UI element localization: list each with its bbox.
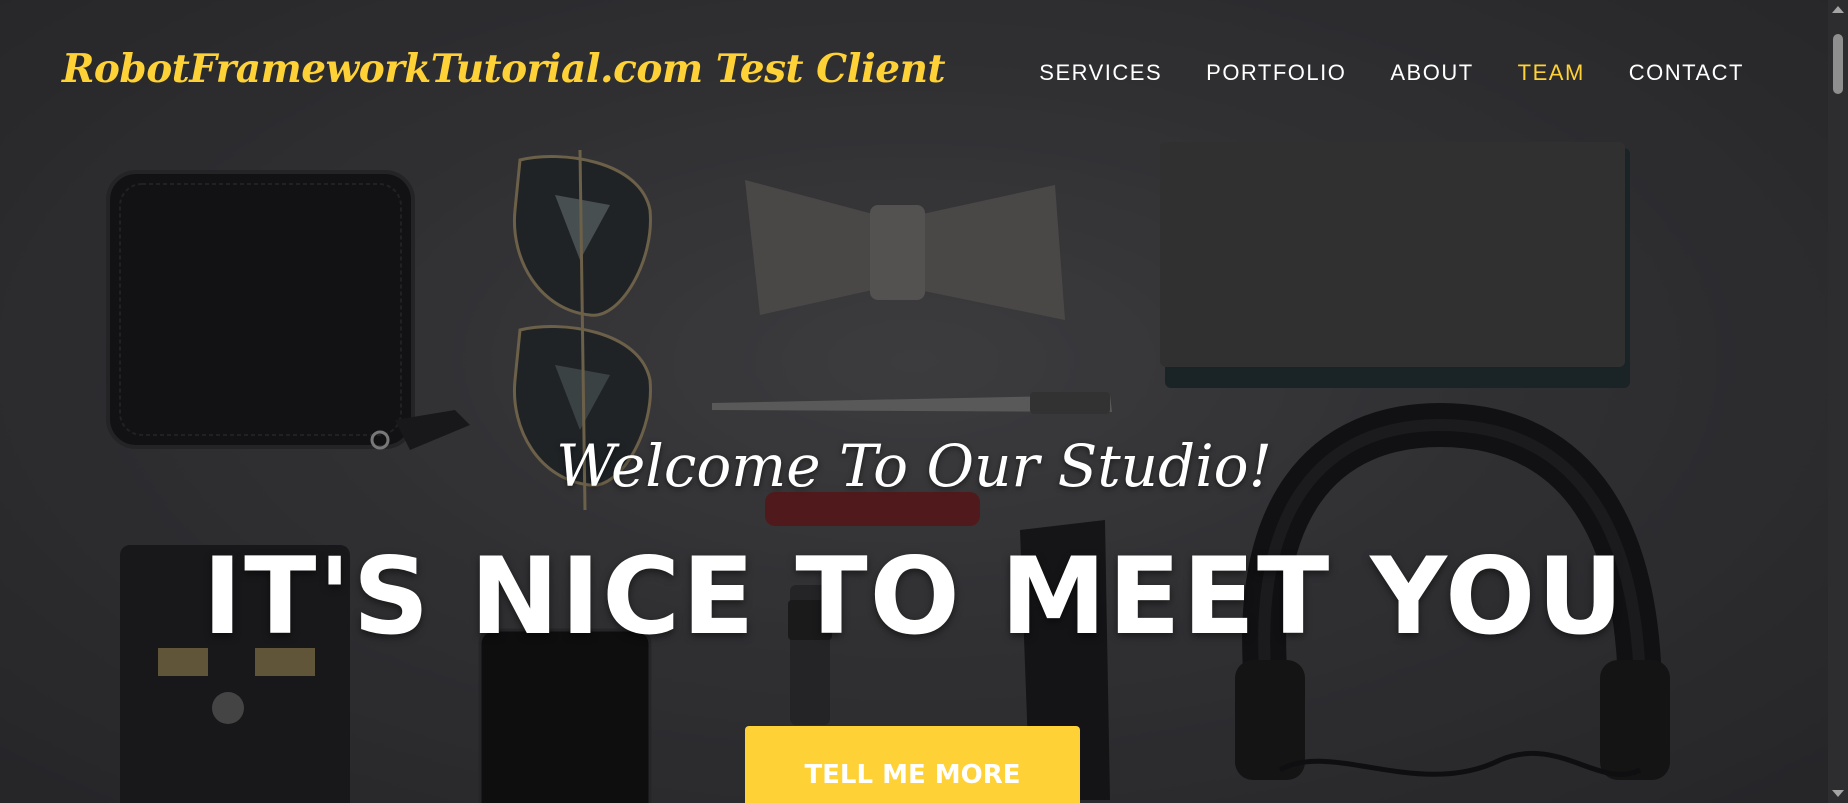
hero-lead-in: Welcome To Our Studio! bbox=[556, 432, 1272, 500]
brand-logo-link[interactable]: RobotFrameworkTutorial.com Test Client bbox=[62, 46, 946, 92]
hero-heading: IT'S NICE TO MEET YOU bbox=[202, 535, 1626, 658]
nav-link-contact[interactable]: CONTACT bbox=[1607, 60, 1766, 85]
nav-link-about[interactable]: ABOUT bbox=[1368, 60, 1495, 85]
scrollbar-thumb[interactable] bbox=[1833, 34, 1843, 94]
nav-item-portfolio: PORTFOLIO bbox=[1184, 60, 1368, 86]
nav-menu: SERVICES PORTFOLIO ABOUT TEAM CONTACT bbox=[1017, 60, 1766, 86]
nav-link-services[interactable]: SERVICES bbox=[1017, 60, 1184, 85]
nav-item-contact: CONTACT bbox=[1607, 60, 1766, 86]
scroll-up-arrow-icon[interactable] bbox=[1832, 6, 1844, 13]
nav-link-portfolio[interactable]: PORTFOLIO bbox=[1184, 60, 1368, 85]
tell-me-more-button[interactable]: TELL ME MORE bbox=[745, 726, 1080, 803]
vertical-scrollbar[interactable] bbox=[1828, 0, 1848, 803]
navbar: RobotFrameworkTutorial.com Test Client S… bbox=[0, 0, 1828, 150]
nav-item-services: SERVICES bbox=[1017, 60, 1184, 86]
nav-link-team[interactable]: TEAM bbox=[1496, 60, 1607, 85]
page: RobotFrameworkTutorial.com Test Client S… bbox=[0, 0, 1848, 803]
nav-item-about: ABOUT bbox=[1368, 60, 1495, 86]
scroll-down-arrow-icon[interactable] bbox=[1832, 790, 1844, 797]
nav-item-team: TEAM bbox=[1496, 60, 1607, 86]
